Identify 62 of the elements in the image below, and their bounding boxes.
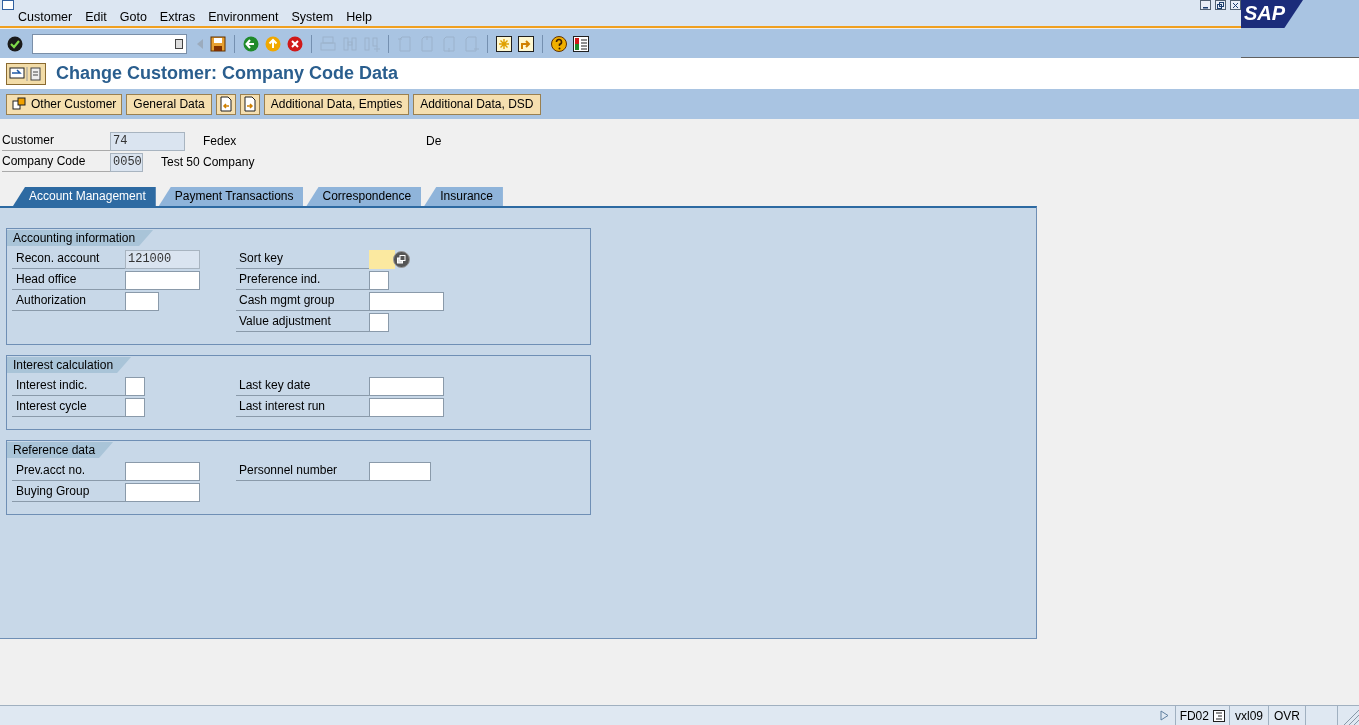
input-field[interactable] <box>369 461 431 481</box>
checkmark-icon[interactable] <box>6 34 24 53</box>
triangle-icon[interactable] <box>1159 710 1169 721</box>
menu-item[interactable]: Edit <box>85 10 107 23</box>
input-mode: OVR <box>1268 705 1305 725</box>
minimize-icon[interactable] <box>1200 0 1211 10</box>
tab[interactable]: Account Management <box>13 187 156 206</box>
menu-item[interactable]: Goto <box>119 10 147 23</box>
restore-icon[interactable] <box>1215 0 1226 10</box>
input-field[interactable] <box>369 312 389 332</box>
field-text: De <box>426 133 442 150</box>
previous-page-button[interactable] <box>215 93 236 115</box>
tab[interactable]: Insurance <box>424 187 503 206</box>
field-text: Test 50 Company <box>161 154 255 171</box>
menu-item[interactable]: Extras <box>159 10 196 23</box>
other-customer-button[interactable]: Other Customer <box>6 93 123 115</box>
readonly-field: 74 <box>110 131 185 151</box>
windows-icon <box>12 97 26 111</box>
server-name: vxl09 <box>1228 705 1268 725</box>
command-field[interactable] <box>32 33 187 54</box>
list-icon[interactable] <box>1212 709 1225 722</box>
input-field[interactable] <box>125 291 159 311</box>
back-icon[interactable] <box>242 34 260 53</box>
input-field[interactable] <box>369 397 444 417</box>
toolbar-button[interactable]: General Data <box>126 93 212 115</box>
cancel-icon[interactable] <box>286 34 304 53</box>
document-icon <box>2 0 14 10</box>
star-window-icon[interactable] <box>495 34 513 53</box>
next-page-button[interactable] <box>239 93 260 115</box>
tab[interactable]: Correspondence <box>306 187 422 206</box>
menu-item[interactable]: Customer <box>18 10 73 23</box>
group-title: Reference data <box>7 442 114 458</box>
toolbar-button[interactable]: Additional Data, Empties <box>263 93 410 115</box>
field-text: Fedex <box>203 133 238 150</box>
input-field[interactable] <box>369 270 389 290</box>
menu-item[interactable]: Help <box>346 10 372 23</box>
group-title: Accounting information <box>7 230 154 246</box>
group-title: Interest calculation <box>7 357 132 373</box>
window-layout-icon[interactable] <box>572 34 590 53</box>
tab[interactable]: Payment Transactions <box>158 187 304 206</box>
page-title: Change Customer: Company Code Data <box>56 62 399 85</box>
close-icon[interactable] <box>1230 0 1241 10</box>
menu-item[interactable]: System <box>291 10 334 23</box>
resize-grip-icon[interactable] <box>1337 706 1359 725</box>
menu-item[interactable]: Environment <box>208 10 279 23</box>
value-help-icon[interactable] <box>393 250 410 268</box>
readonly-field: 121000 <box>125 249 200 269</box>
input-field[interactable] <box>125 461 200 481</box>
input-field[interactable] <box>125 376 145 396</box>
input-field[interactable] <box>125 397 145 417</box>
save-icon[interactable] <box>209 34 227 53</box>
dropdown-icon[interactable] <box>175 38 183 49</box>
input-field[interactable] <box>125 270 200 290</box>
input-field[interactable] <box>369 376 444 396</box>
readonly-field: 0050 <box>110 152 143 172</box>
input-field[interactable] <box>125 482 200 502</box>
input-field[interactable] <box>369 291 444 311</box>
menu-toggle-icon[interactable] <box>6 62 46 85</box>
toolbar-button[interactable]: Additional Data, DSD <box>413 93 541 115</box>
transaction-code: FD02 <box>1179 707 1209 725</box>
help-icon[interactable] <box>550 34 568 53</box>
arrow-window-icon[interactable] <box>517 34 535 53</box>
